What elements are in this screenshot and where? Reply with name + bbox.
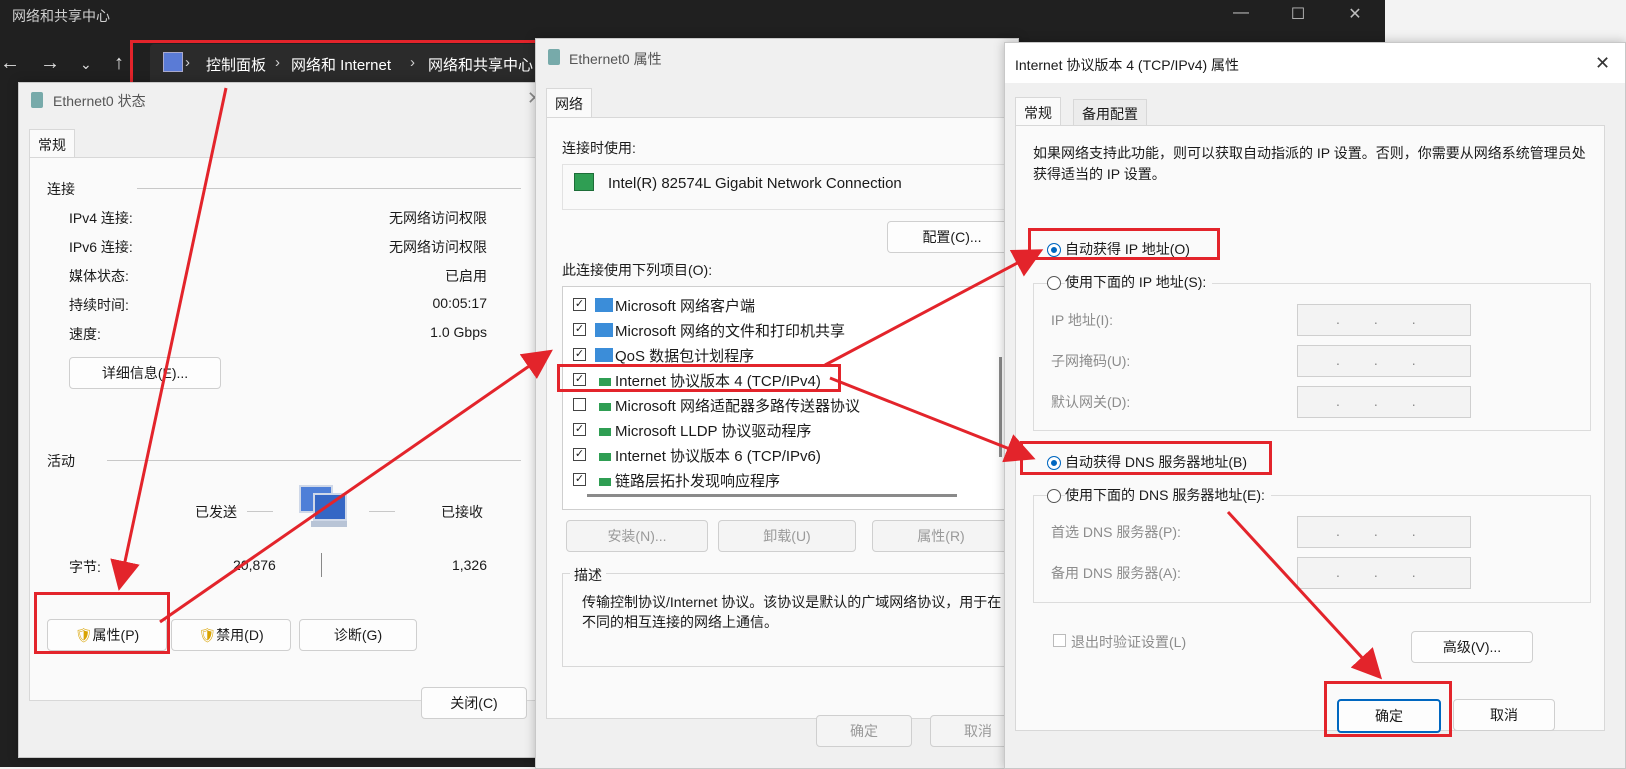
arrow-to-auto-dns	[829, 376, 1036, 463]
arrow-to-ipv4-item	[159, 349, 553, 624]
annotation-arrows	[110, 87, 1383, 680]
arrow-to-auto-ip	[824, 249, 1044, 367]
arrow-to-ok	[1226, 510, 1383, 680]
arrow-to-properties	[110, 87, 228, 591]
